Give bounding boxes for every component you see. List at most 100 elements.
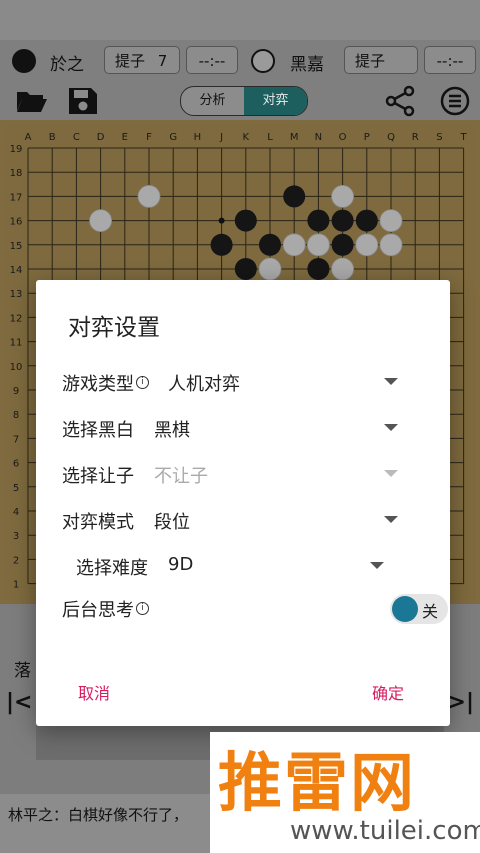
confirm-button[interactable]: 确定 — [372, 680, 404, 704]
last-move-button[interactable]: >| — [448, 690, 474, 715]
watermark-logo: 推雷网 — [218, 747, 416, 821]
black-stone — [259, 233, 281, 256]
column-label: K — [243, 132, 250, 143]
mode-switch: 分析 对弈 — [180, 86, 308, 116]
cancel-button[interactable]: 取消 — [78, 680, 110, 704]
column-label: L — [267, 132, 273, 143]
difficulty-value[interactable]: 9D — [168, 554, 193, 575]
game-settings-dialog: 对弈设置 游戏类型 i 人机对弈 选择黑白 黑棋 选择让子 不让子 对弈模式 段位… — [36, 280, 450, 726]
row-label: 17 — [10, 192, 23, 203]
folder-open-icon[interactable] — [14, 85, 48, 117]
row-label: 3 — [13, 531, 19, 542]
players-bar: 於之 提子 7 --:-- 黑嘉 提子 6 --:-- — [0, 40, 480, 98]
chevron-down-icon[interactable] — [370, 562, 384, 569]
column-label: T — [460, 132, 468, 143]
row-label: 13 — [10, 289, 23, 300]
save-icon[interactable] — [66, 85, 100, 117]
white-stone — [89, 209, 112, 232]
column-label: B — [49, 132, 56, 143]
column-label: F — [146, 132, 152, 143]
handicap-row: 选择让子 不让子 — [62, 460, 422, 490]
move-label: 落 — [14, 661, 31, 681]
background-thinking-label-wrap: 后台思考 i — [62, 596, 149, 622]
black-captures-label: 提子 — [115, 52, 146, 70]
white-stone — [306, 233, 330, 257]
row-label: 11 — [10, 338, 23, 349]
handicap-value: 不让子 — [154, 466, 208, 487]
row-label: 8 — [13, 410, 19, 421]
info-icon[interactable]: i — [136, 376, 149, 389]
background-thinking-toggle[interactable]: 关 — [390, 594, 448, 624]
column-label: O — [339, 132, 347, 143]
column-label: R — [412, 132, 419, 143]
difficulty-row[interactable]: 选择难度 9D — [62, 552, 422, 582]
column-label: N — [315, 132, 322, 143]
column-label: H — [194, 132, 202, 143]
black-captures-box: 提子 7 — [104, 46, 180, 74]
row-label: 19 — [10, 144, 23, 155]
row-label: 18 — [10, 168, 23, 179]
black-stone — [307, 258, 330, 280]
column-label: S — [436, 132, 442, 143]
handicap-label: 选择让子 — [62, 466, 134, 487]
row-label: 1 — [13, 580, 19, 591]
black-stone — [331, 209, 354, 232]
white-stone — [331, 185, 355, 208]
black-player-name: 於之 — [50, 55, 84, 75]
menu-icon[interactable] — [438, 85, 472, 117]
game-type-value[interactable]: 人机对弈 — [168, 370, 240, 396]
white-timer: --:-- — [424, 46, 476, 74]
column-label: M — [290, 132, 299, 143]
column-label: Q — [387, 132, 395, 143]
column-label: P — [364, 132, 370, 143]
chevron-down-icon — [384, 470, 398, 477]
row-label: 16 — [10, 217, 23, 228]
black-stone — [234, 209, 257, 232]
column-label: E — [122, 132, 128, 143]
info-icon[interactable]: i — [136, 602, 149, 615]
tab-analysis[interactable]: 分析 — [181, 87, 244, 115]
white-stone — [379, 233, 403, 257]
column-label: D — [97, 132, 105, 143]
white-stone — [282, 233, 306, 257]
background-thinking-row: 后台思考 i 关 — [62, 594, 448, 624]
black-stone — [331, 233, 354, 256]
play-mode-value[interactable]: 段位 — [154, 508, 190, 534]
white-captures-box: 提子 6 — [344, 46, 418, 98]
row-label: 14 — [10, 265, 23, 276]
chevron-down-icon[interactable] — [384, 378, 398, 385]
game-type-label-wrap: 游戏类型 i — [62, 370, 149, 396]
row-label: 6 — [13, 459, 19, 470]
chevron-down-icon[interactable] — [384, 424, 398, 431]
color-select-row[interactable]: 选择黑白 黑棋 — [62, 414, 422, 444]
black-timer: --:-- — [186, 46, 238, 74]
toolbar: 分析 对弈 — [0, 82, 480, 120]
black-stone — [234, 258, 257, 280]
white-stone — [355, 233, 379, 257]
white-captures-label: 提子 — [355, 52, 386, 70]
column-label: J — [219, 132, 223, 143]
first-move-button[interactable]: |< — [6, 690, 32, 715]
status-bar — [0, 0, 480, 40]
column-label: G — [169, 132, 177, 143]
black-stone — [283, 185, 306, 208]
tab-play[interactable]: 对弈 — [244, 87, 307, 115]
column-label: C — [73, 132, 80, 143]
color-select-label: 选择黑白 — [62, 420, 134, 441]
white-stone — [379, 209, 403, 232]
black-stone — [210, 233, 233, 256]
last-move-marker — [218, 217, 225, 224]
play-mode-row[interactable]: 对弈模式 段位 — [62, 506, 422, 536]
black-stone-icon — [12, 49, 36, 73]
color-select-value[interactable]: 黑棋 — [154, 416, 190, 442]
share-icon[interactable] — [384, 85, 418, 117]
white-stone — [258, 257, 282, 281]
game-type-row[interactable]: 游戏类型 i 人机对弈 — [62, 368, 422, 398]
column-label: A — [25, 132, 32, 143]
chevron-down-icon[interactable] — [384, 516, 398, 523]
toggle-state: 关 — [422, 602, 439, 621]
row-label: 15 — [10, 241, 23, 252]
background-thinking-label: 后台思考 — [62, 600, 134, 621]
row-label: 5 — [13, 483, 19, 494]
white-stone-icon — [251, 49, 275, 73]
